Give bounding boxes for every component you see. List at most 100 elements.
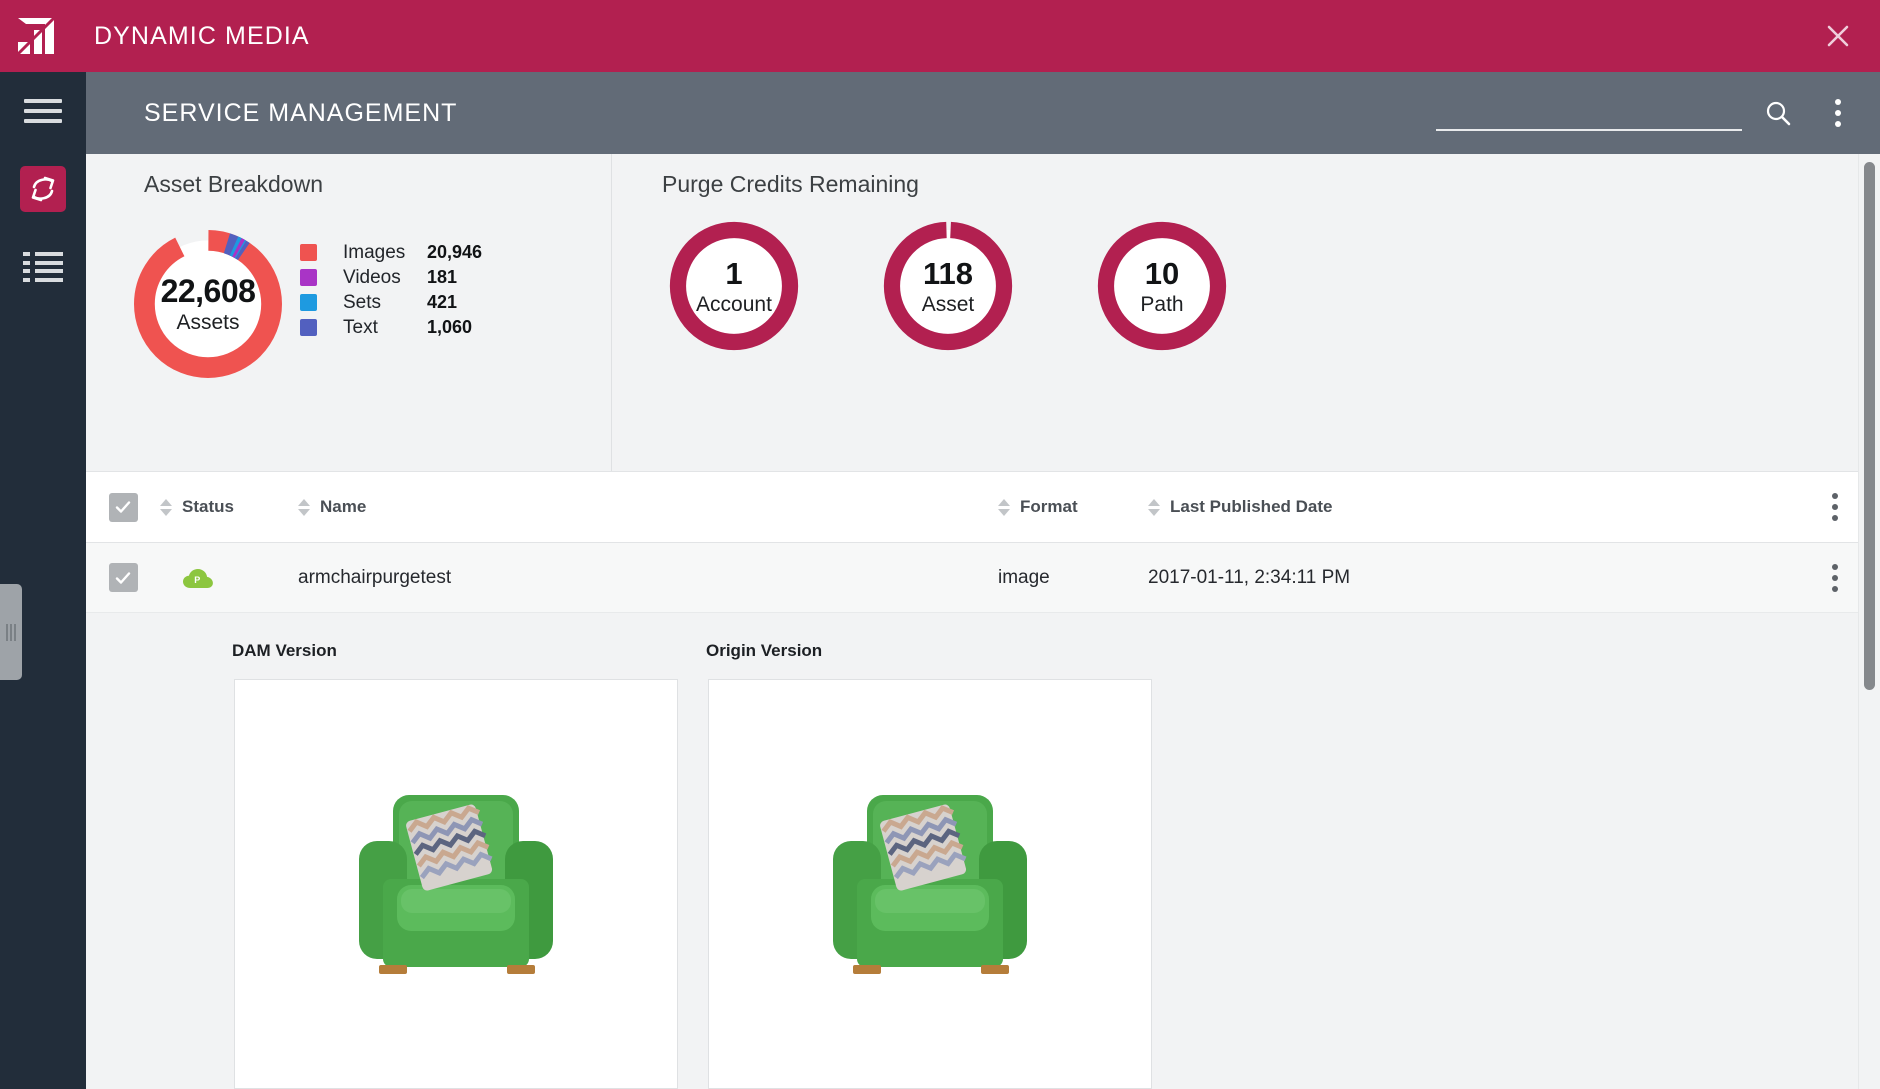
column-header-format[interactable]: Format — [998, 497, 1148, 517]
hamburger-menu-icon — [24, 99, 62, 123]
more-vertical-icon — [1832, 563, 1838, 592]
purge-value-asset: 118 — [922, 255, 973, 291]
legend-label-videos: Videos — [343, 266, 401, 288]
purge-value-path: 10 — [1144, 255, 1180, 291]
purge-credit-ring-asset: 118 Asset — [874, 212, 1022, 360]
legend-swatch-videos — [300, 269, 317, 286]
brand-header: DYNAMIC MEDIA — [0, 0, 1880, 72]
purge-credits-card: Purge Credits Remaining 1 Account 118 As… — [612, 154, 1880, 471]
green-armchair-image — [709, 680, 1151, 1088]
select-all-checkbox[interactable] — [108, 492, 138, 522]
summary-cards: Asset Breakdown 22,608 Assets Images 20,… — [86, 154, 1880, 471]
legend-value-images: 20,946 — [427, 242, 483, 262]
purge-label-asset: Asset — [921, 292, 975, 316]
legend-item: Videos 181 — [300, 265, 482, 290]
column-header-status[interactable]: Status — [160, 497, 298, 517]
application-window: DYNAMIC MEDIA SERVICE MANAGEMENT Asset B… — [0, 0, 1880, 1089]
legend-item: Images 20,946 — [300, 240, 482, 265]
sort-arrows-icon — [998, 498, 1010, 516]
published-cloud-icon: P — [182, 567, 213, 589]
row-date-value: 2017-01-11, 2:34:11 PM — [1148, 566, 1351, 588]
sidebar-item-list[interactable] — [0, 228, 86, 306]
row-name-value: armchairpurgetest — [298, 566, 452, 588]
brand-title: DYNAMIC MEDIA — [94, 21, 310, 50]
ring-center-asset: 118 Asset — [874, 212, 1022, 360]
legend-value-videos: 181 — [427, 267, 458, 287]
table-header-overflow-button[interactable] — [1832, 493, 1838, 521]
row-overflow-button[interactable] — [1832, 563, 1838, 592]
page-header: SERVICE MANAGEMENT — [86, 72, 1880, 154]
legend-label-images: Images — [343, 241, 406, 263]
drag-handle-icon — [10, 623, 12, 641]
sync-transfer-icon — [20, 166, 66, 212]
close-button[interactable] — [1818, 16, 1858, 56]
dam-version-preview[interactable] — [234, 679, 678, 1089]
legend-value-text: 1,060 — [427, 317, 473, 337]
purge-credit-ring-path: 10 Path — [1088, 212, 1236, 360]
ring-center-account: 1 Account — [660, 212, 808, 360]
legend-item: Text 1,060 — [300, 315, 482, 340]
donut-center-label: 22,608 Assets — [124, 220, 292, 388]
search-input[interactable] — [1436, 95, 1742, 131]
left-navigation-rail — [0, 72, 86, 1089]
column-label-format: Format — [1020, 497, 1078, 516]
close-icon — [1827, 25, 1849, 47]
asset-breakdown-donut-chart: 22,608 Assets — [124, 220, 292, 388]
column-header-last-published-date[interactable]: Last Published Date — [1148, 497, 1418, 517]
purge-label-account: Account — [696, 292, 772, 316]
sort-arrows-icon — [1148, 498, 1160, 516]
column-label-name: Name — [320, 497, 367, 516]
column-label-status: Status — [182, 497, 234, 516]
asset-breakdown-legend: Images 20,946 Videos 181 Sets 421 Text 1… — [300, 240, 482, 340]
legend-swatch-images — [300, 244, 317, 261]
select-all-checkbox-wrapper — [86, 492, 160, 522]
purge-credit-ring-account: 1 Account — [660, 212, 808, 360]
status-badge-letter: P — [194, 575, 200, 585]
legend-label-sets: Sets — [343, 291, 382, 313]
asset-total-label: Assets — [176, 311, 240, 334]
origin-version-label: Origin Version — [706, 641, 823, 660]
asset-table-header: Status Name Format Last Published Date — [86, 471, 1880, 543]
search-button[interactable] — [1754, 89, 1802, 137]
origin-version-label-wrap: Origin Version — [706, 641, 822, 661]
row-name-cell: armchairpurgetest — [298, 567, 998, 589]
ring-center-path: 10 Path — [1088, 212, 1236, 360]
row-checkbox[interactable] — [108, 563, 138, 592]
version-comparison-panel: DAM Version Origin Version — [86, 613, 1880, 1089]
checkmark-icon — [115, 501, 131, 513]
purge-label-path: Path — [1140, 292, 1184, 316]
search-icon — [1766, 101, 1791, 126]
purge-value-account: 1 — [725, 255, 743, 291]
sort-arrows-icon — [160, 498, 172, 516]
page-title: SERVICE MANAGEMENT — [144, 98, 458, 127]
sidebar-item-sync[interactable] — [0, 150, 86, 228]
legend-label-text: Text — [343, 316, 378, 338]
vertical-scrollbar-thumb[interactable] — [1864, 162, 1875, 690]
column-label-date: Last Published Date — [1170, 497, 1333, 516]
dynamic-media-logo-icon — [0, 0, 72, 72]
table-row[interactable]: P armchairpurgetest image 2017-01-11, 2:… — [86, 543, 1880, 613]
dam-version-label: DAM Version — [232, 641, 337, 660]
legend-item: Sets 421 — [300, 290, 482, 315]
column-header-name[interactable]: Name — [298, 497, 998, 517]
more-vertical-icon — [1832, 493, 1838, 521]
row-date-cell: 2017-01-11, 2:34:11 PM — [1148, 567, 1418, 589]
main-content: Asset Breakdown 22,608 Assets Images 20,… — [86, 154, 1880, 1089]
row-format-value: image — [998, 566, 1050, 588]
row-status-cell: P — [160, 567, 298, 589]
legend-swatch-text — [300, 319, 317, 336]
asset-breakdown-card: Asset Breakdown 22,608 Assets Images 20,… — [86, 154, 612, 471]
legend-swatch-sets — [300, 294, 317, 311]
header-overflow-button[interactable] — [1814, 89, 1862, 137]
hamburger-menu-button[interactable] — [0, 72, 86, 150]
purge-credits-rings: 1 Account 118 Asset 10 Path — [660, 212, 1236, 360]
rail-drag-handle[interactable] — [0, 584, 22, 680]
drag-handle-icon — [14, 623, 17, 641]
header-actions — [1436, 72, 1862, 154]
row-checkbox-wrapper — [86, 563, 160, 592]
drag-handle-icon — [5, 623, 8, 641]
origin-version-preview[interactable] — [708, 679, 1152, 1089]
checkmark-icon — [115, 571, 131, 584]
more-vertical-icon — [1835, 99, 1841, 127]
dam-version-label-wrap: DAM Version — [232, 641, 337, 661]
